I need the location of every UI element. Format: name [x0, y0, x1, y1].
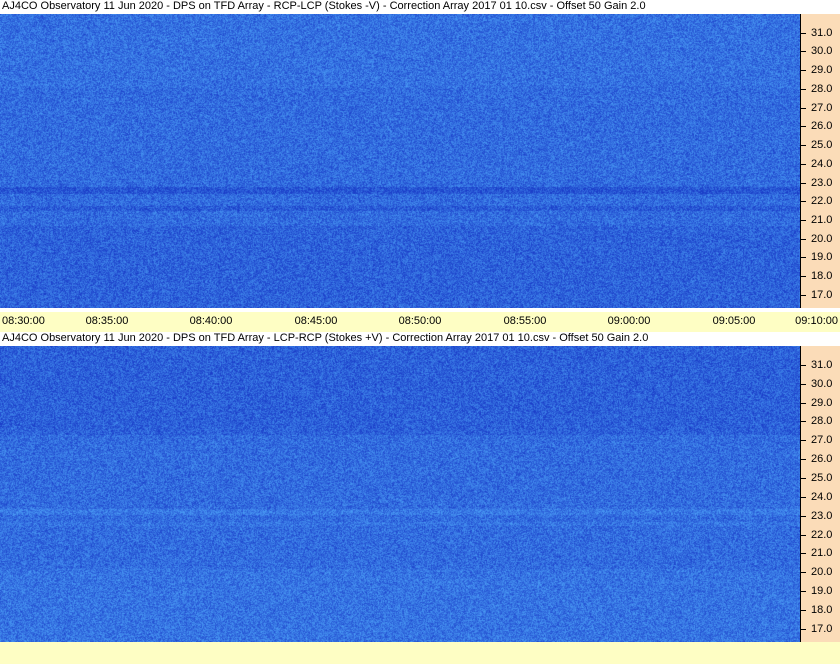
y-axis-2: 31.0 30.0 29.0 28.0 27.0 26.0 25.0 24.0 23.0 22.0… [800, 346, 840, 642]
y-tick-label: 30.0 [811, 378, 833, 390]
y-tick-mark [801, 183, 806, 184]
y-tick-mark [801, 384, 806, 385]
y-tick-mark [801, 220, 806, 221]
y-tick-mark [801, 553, 806, 554]
y-tick-mark [801, 126, 806, 127]
y-tick-label: 21.0 [811, 547, 833, 559]
y-tick-label: 25.0 [811, 139, 833, 151]
y-tick-mark [801, 295, 806, 296]
y-tick-mark [801, 108, 806, 109]
spectrogram-2 [0, 346, 800, 642]
x-axis-1: 08:30:00 08:35:00 08:40:00 08:45:00 08:50:00… [0, 312, 840, 332]
panel-1-title: AJ4CO Observatory 11 Jun 2020 - DPS on T… [0, 0, 840, 14]
y-tick-label: 30.0 [811, 45, 833, 57]
y-tick-mark [801, 610, 806, 611]
y-tick-label: 23.0 [811, 177, 833, 189]
y-tick-label: 24.0 [811, 491, 833, 503]
y-tick-label: 17.0 [811, 623, 833, 635]
y-tick-mark [801, 145, 806, 146]
x-tick-label: 09:10:00 [795, 315, 838, 327]
y-tick-label: 19.0 [811, 585, 833, 597]
y-tick-mark [801, 89, 806, 90]
y-tick-mark [801, 276, 806, 277]
spectrogram-2-canvas [0, 346, 800, 642]
y-tick-mark [801, 629, 806, 630]
y-tick-mark [801, 440, 806, 441]
y-tick-label: 18.0 [811, 604, 833, 616]
y-tick-label: 29.0 [811, 64, 833, 76]
y-tick-label: 20.0 [811, 233, 833, 245]
y-tick-label: 23.0 [811, 510, 833, 522]
y-tick-mark [801, 201, 806, 202]
y-tick-mark [801, 70, 806, 71]
y-tick-label: 24.0 [811, 158, 833, 170]
y-tick-label: 28.0 [811, 83, 833, 95]
y-tick-mark [801, 421, 806, 422]
x-tick-label: 08:35:00 [85, 315, 129, 327]
y-tick-label: 22.0 [811, 529, 833, 541]
y-tick-mark [801, 516, 806, 517]
y-tick-mark [801, 403, 806, 404]
x-tick-label: 09:05:00 [712, 315, 756, 327]
y-tick-mark [801, 164, 806, 165]
x-tick-label: 08:55:00 [503, 315, 547, 327]
y-tick-mark [801, 572, 806, 573]
y-tick-label: 19.0 [811, 251, 833, 263]
x-axis-2 [0, 642, 840, 664]
panel-2-title: AJ4CO Observatory 11 Jun 2020 - DPS on T… [0, 332, 840, 346]
y-tick-label: 26.0 [811, 453, 833, 465]
spectrogram-1-canvas [0, 14, 800, 308]
y-tick-label: 31.0 [811, 359, 833, 371]
spectrogram-1 [0, 14, 800, 308]
y-tick-mark [801, 535, 806, 536]
x-tick-label: 09:00:00 [607, 315, 651, 327]
y-tick-label: 22.0 [811, 195, 833, 207]
y-tick-label: 27.0 [811, 102, 833, 114]
y-tick-mark [801, 459, 806, 460]
y-tick-mark [801, 365, 806, 366]
y-tick-label: 29.0 [811, 397, 833, 409]
y-tick-mark [801, 591, 806, 592]
y-tick-mark [801, 497, 806, 498]
x-tick-label: 08:30:00 [2, 315, 45, 327]
y-tick-label: 28.0 [811, 415, 833, 427]
y-tick-mark [801, 478, 806, 479]
y-tick-label: 26.0 [811, 120, 833, 132]
y-tick-label: 31.0 [811, 27, 833, 39]
y-tick-label: 18.0 [811, 270, 833, 282]
x-tick-label: 08:40:00 [189, 315, 233, 327]
y-tick-mark [801, 257, 806, 258]
y-tick-label: 25.0 [811, 472, 833, 484]
y-tick-label: 21.0 [811, 214, 833, 226]
y-tick-mark [801, 33, 806, 34]
x-tick-label: 08:45:00 [294, 315, 338, 327]
y-tick-mark [801, 239, 806, 240]
y-tick-label: 17.0 [811, 289, 833, 301]
x-tick-label: 08:50:00 [398, 315, 442, 327]
y-tick-label: 20.0 [811, 566, 833, 578]
y-axis-1: 31.0 30.0 29.0 28.0 27.0 26.0 25.0 24.0 23.0 22.0… [800, 14, 840, 308]
y-tick-label: 27.0 [811, 434, 833, 446]
y-tick-mark [801, 51, 806, 52]
